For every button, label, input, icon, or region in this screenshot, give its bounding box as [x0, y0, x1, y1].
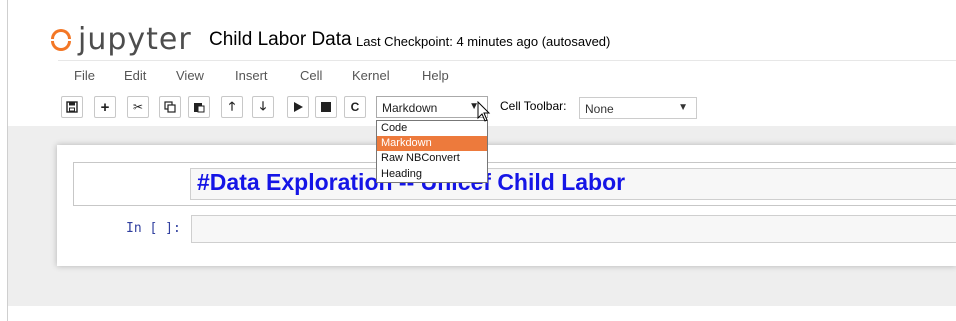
menu-help[interactable]: Help	[422, 68, 449, 83]
plus-icon: +	[100, 98, 110, 116]
paste-button[interactable]	[188, 96, 210, 118]
insert-cell-button[interactable]: +	[94, 96, 116, 118]
save-icon	[66, 101, 78, 113]
jupyter-logo-icon	[50, 27, 72, 53]
cell-type-dropdown: Code Markdown Raw NBConvert Heading	[376, 120, 488, 183]
run-button[interactable]	[287, 96, 309, 118]
menu-view[interactable]: View	[176, 68, 204, 83]
notebook-name[interactable]: Child Labor Data	[209, 29, 352, 51]
cell-toolbar-label: Cell Toolbar:	[500, 99, 567, 113]
dropdown-option-code[interactable]: Code	[377, 121, 487, 136]
menu-edit[interactable]: Edit	[124, 68, 146, 83]
cell-toolbar-value: None	[585, 102, 614, 116]
restart-icon: C	[350, 100, 360, 114]
menu-cell[interactable]: Cell	[300, 68, 322, 83]
chevron-down-icon: ▼	[678, 102, 688, 113]
menu-bar: File Edit View Insert Cell Kernel Help	[58, 60, 956, 87]
stop-icon	[321, 102, 331, 112]
dropdown-option-raw-nbconvert[interactable]: Raw NBConvert	[377, 151, 487, 166]
checkpoint-status: Last Checkpoint: 4 minutes ago (autosave…	[356, 34, 611, 49]
copy-icon	[164, 101, 176, 113]
run-icon	[294, 102, 303, 112]
arrow-down-icon: 🡓	[259, 98, 267, 113]
mouse-cursor-icon	[477, 101, 491, 122]
save-button[interactable]	[61, 96, 83, 118]
menu-kernel[interactable]: Kernel	[352, 68, 390, 83]
stop-button[interactable]	[315, 96, 337, 118]
jupyter-logo[interactable]: jupyter	[50, 23, 192, 57]
input-prompt: In [ ]:	[126, 221, 181, 236]
cell-type-select[interactable]: Markdown ▼	[376, 96, 488, 118]
cell-toolbar-select[interactable]: None ▼	[579, 97, 697, 119]
code-cell-input[interactable]	[191, 215, 956, 243]
menu-file[interactable]: File	[74, 68, 95, 83]
cut-icon: ✂	[132, 100, 144, 114]
logo-text: jupyter	[78, 22, 192, 57]
arrow-up-icon: 🡑	[228, 98, 236, 113]
copy-button[interactable]	[159, 96, 181, 118]
cell-type-value: Markdown	[382, 101, 438, 115]
dropdown-option-heading[interactable]: Heading	[377, 167, 487, 182]
dropdown-option-markdown[interactable]: Markdown	[377, 136, 487, 152]
paste-icon	[194, 103, 205, 113]
move-down-button[interactable]: 🡓	[252, 96, 274, 118]
menu-insert[interactable]: Insert	[235, 68, 268, 83]
move-up-button[interactable]: 🡑	[221, 96, 243, 118]
cut-button[interactable]: ✂	[127, 96, 149, 118]
restart-button[interactable]: C	[344, 96, 366, 118]
